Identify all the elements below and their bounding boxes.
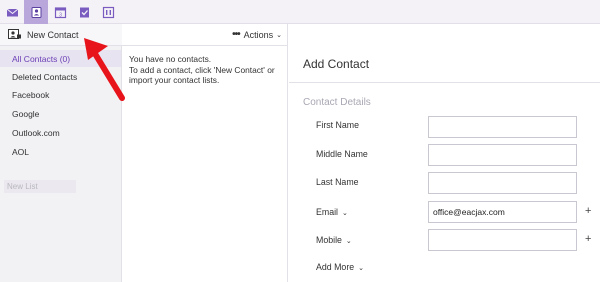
mobile-type-dropdown[interactable]: Mobile ⌄	[316, 235, 352, 245]
first-name-field[interactable]	[428, 116, 577, 138]
add-more-dropdown[interactable]: Add More ⌄	[316, 262, 364, 272]
email-type-dropdown[interactable]: Email ⌄	[316, 207, 348, 217]
new-list-input[interactable]: New List	[4, 180, 76, 193]
new-contact-icon	[8, 29, 21, 39]
first-name-label: First Name	[316, 120, 360, 130]
chevron-down-icon: ⌄	[342, 210, 348, 217]
email-field[interactable]: office@eacjax.com	[428, 201, 577, 223]
app-toolbar: 3	[0, 0, 600, 24]
notes-icon[interactable]	[96, 0, 120, 24]
mail-icon[interactable]	[0, 0, 24, 24]
middle-name-field[interactable]	[428, 144, 577, 166]
sidebar-item-deleted-contacts[interactable]: Deleted Contacts	[12, 72, 77, 82]
sidebar-item-aol[interactable]: AOL	[12, 147, 29, 157]
tasks-icon[interactable]	[72, 0, 96, 24]
empty-state-line1: You have no contacts.	[129, 54, 212, 64]
add-email-button[interactable]: +	[585, 205, 591, 217]
mobile-field[interactable]	[428, 229, 577, 251]
last-name-field[interactable]	[428, 172, 577, 194]
last-name-label: Last Name	[316, 177, 359, 187]
add-more-label: Add More	[316, 262, 355, 272]
sidebar-item-facebook[interactable]: Facebook	[12, 90, 49, 100]
actions-menu[interactable]: ••• Actions ⌄	[122, 24, 288, 46]
calendar-icon[interactable]: 3	[48, 0, 72, 24]
chevron-down-icon: ⌄	[276, 31, 282, 39]
chevron-down-icon: ⌄	[345, 238, 352, 245]
contact-list-pane: ••• Actions ⌄ You have no contacts. To a…	[122, 24, 288, 282]
mobile-label: Mobile	[316, 235, 342, 245]
sidebar-item-google[interactable]: Google	[12, 109, 39, 119]
contacts-icon[interactable]	[24, 0, 48, 24]
section-heading: Contact Details	[303, 97, 371, 108]
divider	[289, 82, 600, 83]
svg-text:3: 3	[59, 12, 62, 18]
middle-name-label: Middle Name	[316, 149, 368, 159]
more-dots-icon: •••	[232, 29, 240, 40]
empty-state-line2: To add a contact, click 'New Contact' or…	[129, 64, 275, 86]
annotation-arrow-icon	[84, 38, 125, 101]
add-mobile-button[interactable]: +	[585, 233, 591, 245]
new-contact-label: New Contact	[27, 29, 79, 40]
actions-label: Actions	[243, 29, 274, 40]
panel-title: Add Contact	[303, 57, 370, 71]
chevron-down-icon: ⌄	[358, 265, 365, 272]
empty-state-message: You have no contacts. To add a contact, …	[129, 54, 284, 86]
add-contact-panel: Add Contact Contact Details First Name M…	[289, 24, 600, 282]
email-label: Email	[316, 207, 338, 217]
sidebar-item-all-contacts[interactable]: All Contacts (0)	[12, 54, 70, 64]
sidebar-item-outlook[interactable]: Outlook.com	[12, 128, 60, 138]
